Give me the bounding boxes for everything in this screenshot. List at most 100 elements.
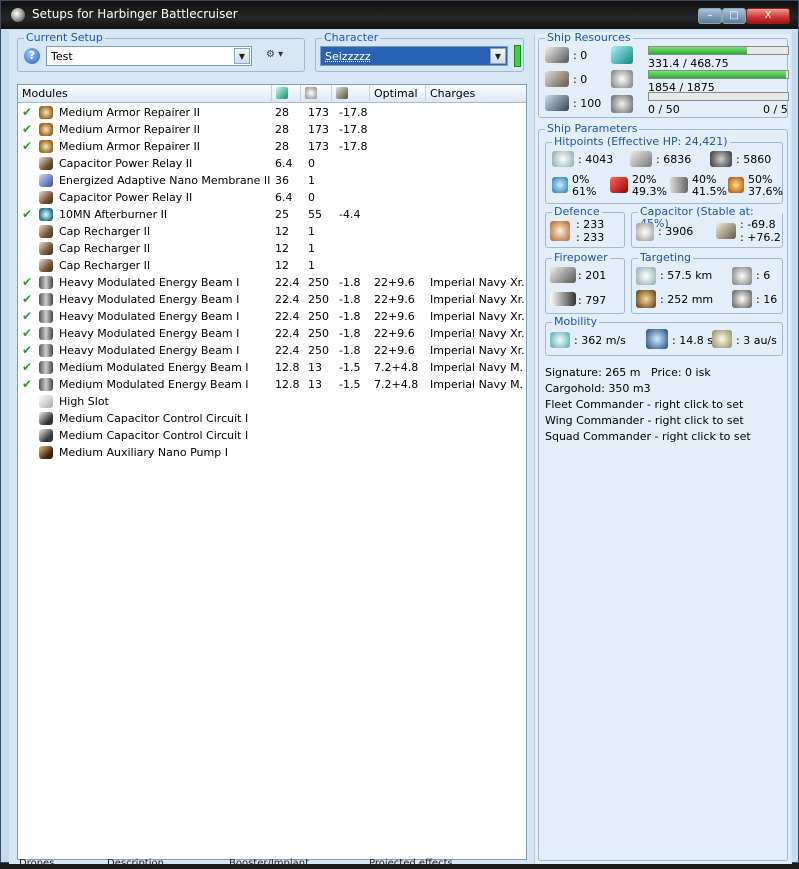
module-row[interactable]: Capacitor Power Relay II 6.4 0	[18, 155, 526, 172]
character-select[interactable]: Seizzzzz ▼	[320, 46, 508, 66]
chevron-down-icon[interactable]: ▼	[490, 48, 506, 64]
module-row[interactable]: Medium Capacitor Control Circuit I	[18, 427, 526, 444]
bottom-tabs: Drones Description Booster/Implant... Pr…	[17, 859, 527, 869]
module-powergrid: 250	[308, 293, 329, 306]
cap-recharger-icon	[39, 225, 53, 238]
module-optimal: 7.2+4.8	[374, 361, 419, 374]
fleet-commander[interactable]: Fleet Commander - right click to set	[545, 398, 743, 411]
module-name: Heavy Modulated Energy Beam I	[59, 293, 240, 306]
module-optimal: 22+9.6	[374, 327, 415, 340]
col-powergrid[interactable]	[301, 85, 332, 103]
armor-icon	[630, 151, 652, 167]
max-velocity: : 362 m/s	[574, 334, 626, 347]
module-row[interactable]: ✔ Medium Armor Repairer II 28 173 -17.8	[18, 121, 526, 138]
powergrid-bar	[648, 70, 789, 79]
close-button[interactable]: X	[746, 8, 790, 24]
mobility-label: Mobility	[552, 315, 600, 328]
squad-commander[interactable]: Squad Commander - right click to set	[545, 430, 751, 443]
module-cpu: 22.4	[275, 344, 300, 357]
setup-select[interactable]: Test ▼	[46, 46, 252, 66]
laser-icon	[39, 327, 53, 340]
module-cpu: 12	[275, 225, 289, 238]
module-row[interactable]: Energized Adaptive Nano Membrane II 36 1	[18, 172, 526, 189]
capacitor-amount: : 3906	[658, 225, 694, 238]
tab-drones[interactable]: Drones	[19, 859, 54, 869]
module-row[interactable]: ✔ Medium Modulated Energy Beam I 12.8 13 -1.…	[18, 359, 526, 376]
module-name: Heavy Modulated Energy Beam I	[59, 344, 240, 357]
module-name: Heavy Modulated Energy Beam I	[59, 327, 240, 340]
module-charges: Imperial Navy Xr...	[430, 276, 524, 289]
setup-tools-icon[interactable]: ⚙ ▾	[266, 49, 296, 65]
shield-icon	[552, 151, 574, 167]
module-row[interactable]: Cap Recharger II 12 1	[18, 257, 526, 274]
cargohold: Cargohold: 350 m3	[545, 382, 651, 395]
current-setup-label: Current Setup	[24, 31, 105, 44]
ship-resources-group: Ship Resources : 0 : 0 : 100 331.4 / 468…	[538, 32, 789, 118]
tab-boosters[interactable]: Booster/Implant...	[229, 859, 319, 869]
explosive-resist-bottom: 37.6%	[748, 185, 783, 198]
wing-commander[interactable]: Wing Commander - right click to set	[545, 414, 744, 427]
module-capacitor: -1.8	[339, 327, 361, 340]
module-name: Medium Capacitor Control Circuit I	[59, 429, 249, 442]
tab-projected[interactable]: Projected effects	[369, 859, 453, 869]
tab-description[interactable]: Description	[107, 859, 164, 869]
module-capacitor: -1.8	[339, 293, 361, 306]
ship-resources-label: Ship Resources	[545, 31, 633, 44]
col-capacitor[interactable]	[332, 85, 370, 103]
help-icon[interactable]: ?	[24, 48, 40, 64]
module-row[interactable]: High Slot	[18, 393, 526, 410]
powergrid-icon	[305, 87, 317, 99]
module-charges: Imperial Navy Xr...	[430, 327, 524, 340]
structure-hp: : 5860	[736, 153, 772, 166]
module-optimal: 22+9.6	[374, 293, 415, 306]
col-cpu[interactable]	[272, 85, 301, 103]
module-row[interactable]: Medium Auxiliary Nano Pump I	[18, 444, 526, 461]
module-row[interactable]: Cap Recharger II 12 1	[18, 240, 526, 257]
module-row[interactable]: ✔ Medium Armor Repairer II 28 173 -17.8	[18, 104, 526, 121]
module-row[interactable]: ✔ Heavy Modulated Energy Beam I 22.4 250 -1.…	[18, 342, 526, 359]
module-name: High Slot	[59, 395, 109, 408]
module-cpu: 22.4	[275, 327, 300, 340]
calibration-value: : 100	[573, 97, 602, 110]
setup-window: Setups for Harbinger Battlecruiser – □ X…	[0, 0, 799, 869]
status-check-icon: ✔	[22, 309, 33, 323]
current-setup-group: Current Setup ? Test ▼ ⚙ ▾	[17, 32, 305, 72]
chevron-down-icon[interactable]: ▼	[234, 48, 250, 64]
col-optimal[interactable]: Optimal	[370, 85, 426, 103]
signature-radius: Signature: 265 m	[545, 366, 641, 379]
modules-list[interactable]: Modules Optimal Charges ✔ Medium Armor Re…	[17, 84, 527, 860]
right-panel: Ship Resources : 0 : 0 : 100 331.4 / 468…	[534, 32, 790, 864]
explosive-resist-icon	[728, 177, 744, 193]
laser-icon	[39, 293, 53, 306]
window-title: Setups for Harbinger Battlecruiser	[32, 7, 238, 21]
armor-repairer-icon	[39, 106, 53, 119]
module-row[interactable]: ✔ 10MN Afterburner II 25 55 -4.4	[18, 206, 526, 223]
module-row[interactable]: ✔ Heavy Modulated Energy Beam I 22.4 250 -1.…	[18, 325, 526, 342]
module-cpu: 12.8	[275, 378, 300, 391]
maximize-button[interactable]: □	[722, 8, 746, 24]
minimize-button[interactable]: –	[698, 8, 722, 24]
module-row[interactable]: ✔ Medium Modulated Energy Beam I 12.8 13 -1.…	[18, 376, 526, 393]
module-powergrid: 1	[308, 259, 315, 272]
module-powergrid: 173	[308, 106, 329, 119]
status-check-icon: ✔	[22, 343, 33, 357]
align-time: : 14.8 s	[672, 334, 713, 347]
launcher-count: : 0	[573, 73, 588, 86]
module-cpu: 22.4	[275, 293, 300, 306]
module-row[interactable]: ✔ Heavy Modulated Energy Beam I 22.4 250 -1.…	[18, 291, 526, 308]
module-capacitor: -4.4	[339, 208, 361, 221]
col-modules[interactable]: Modules	[18, 85, 272, 103]
module-charges: Imperial Navy M...	[430, 361, 524, 374]
col-charges[interactable]: Charges	[426, 85, 526, 103]
module-row[interactable]: ✔ Medium Armor Repairer II 28 173 -17.8	[18, 138, 526, 155]
module-charges: Imperial Navy M...	[430, 378, 524, 391]
status-check-icon: ✔	[22, 105, 33, 119]
module-row[interactable]: Medium Capacitor Control Circuit I	[18, 410, 526, 427]
module-row[interactable]: ✔ Heavy Modulated Energy Beam I 22.4 250 -1.…	[18, 308, 526, 325]
module-row[interactable]: Cap Recharger II 12 1	[18, 223, 526, 240]
module-row[interactable]: Capacitor Power Relay II 6.4 0	[18, 189, 526, 206]
module-row[interactable]: ✔ Heavy Modulated Energy Beam I 22.4 250 -1.…	[18, 274, 526, 291]
module-name: Medium Modulated Energy Beam I	[59, 378, 249, 391]
status-check-icon: ✔	[22, 377, 33, 391]
armor-hp: : 6836	[656, 153, 692, 166]
